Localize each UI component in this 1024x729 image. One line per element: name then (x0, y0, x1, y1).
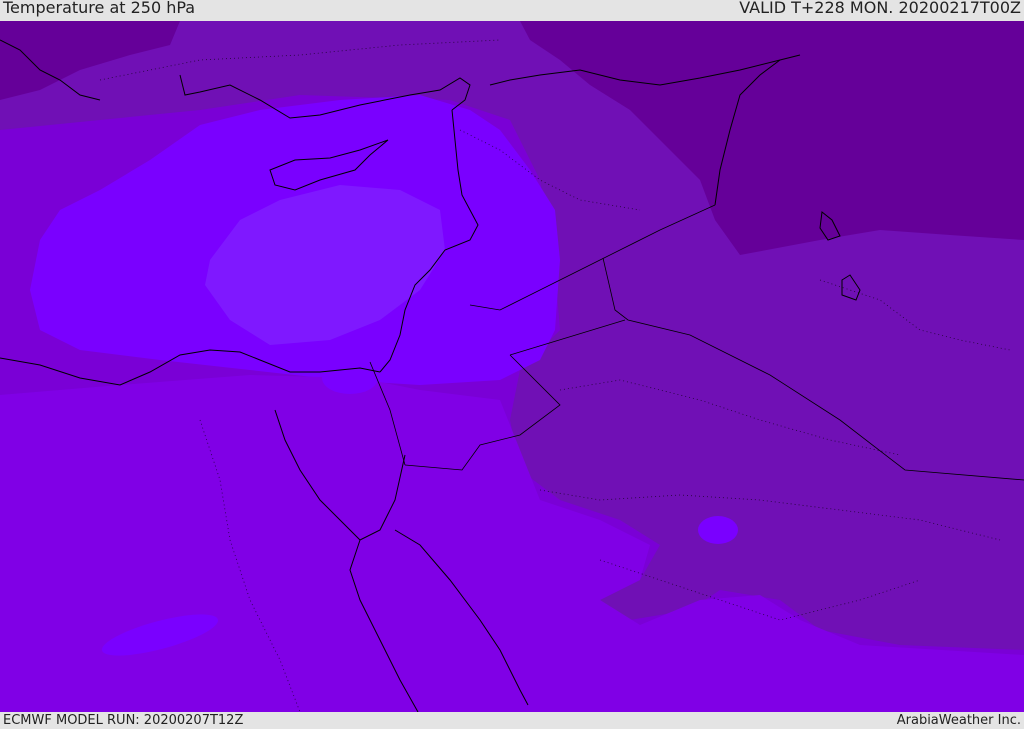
credit-text: ArabiaWeather Inc. (896, 713, 1021, 728)
blob-arabia-warm (698, 516, 738, 544)
model-run: ECMWF MODEL RUN: 20200207T12Z (3, 713, 244, 728)
map-title: Temperature at 250 hPa (3, 0, 196, 17)
temperature-map (0, 21, 1024, 712)
blob-levant-warm (322, 362, 378, 394)
header-bar: Temperature at 250 hPa VALID T+228 MON. … (0, 0, 1024, 21)
footer-bar: ECMWF MODEL RUN: 20200207T12Z ArabiaWeat… (0, 712, 1024, 729)
valid-time: VALID T+228 MON. 20200217T00Z (739, 0, 1021, 17)
